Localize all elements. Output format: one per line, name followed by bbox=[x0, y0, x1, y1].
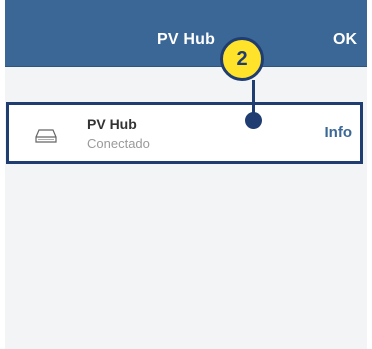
device-drive-icon bbox=[35, 129, 57, 143]
app-screen: PV Hub OK PV Hub Conectado Info bbox=[5, 0, 367, 349]
page-title: PV Hub bbox=[156, 31, 216, 48]
ok-button[interactable]: OK bbox=[333, 31, 357, 49]
device-name: PV Hub bbox=[87, 116, 137, 132]
callout-pointer-dot bbox=[245, 112, 262, 129]
device-list-item[interactable]: PV Hub Conectado Info bbox=[6, 102, 363, 164]
device-status: Conectado bbox=[87, 136, 150, 151]
navigation-bar: PV Hub OK bbox=[5, 0, 367, 67]
callout-badge: 2 bbox=[220, 37, 264, 81]
info-button[interactable]: Info bbox=[325, 124, 353, 141]
